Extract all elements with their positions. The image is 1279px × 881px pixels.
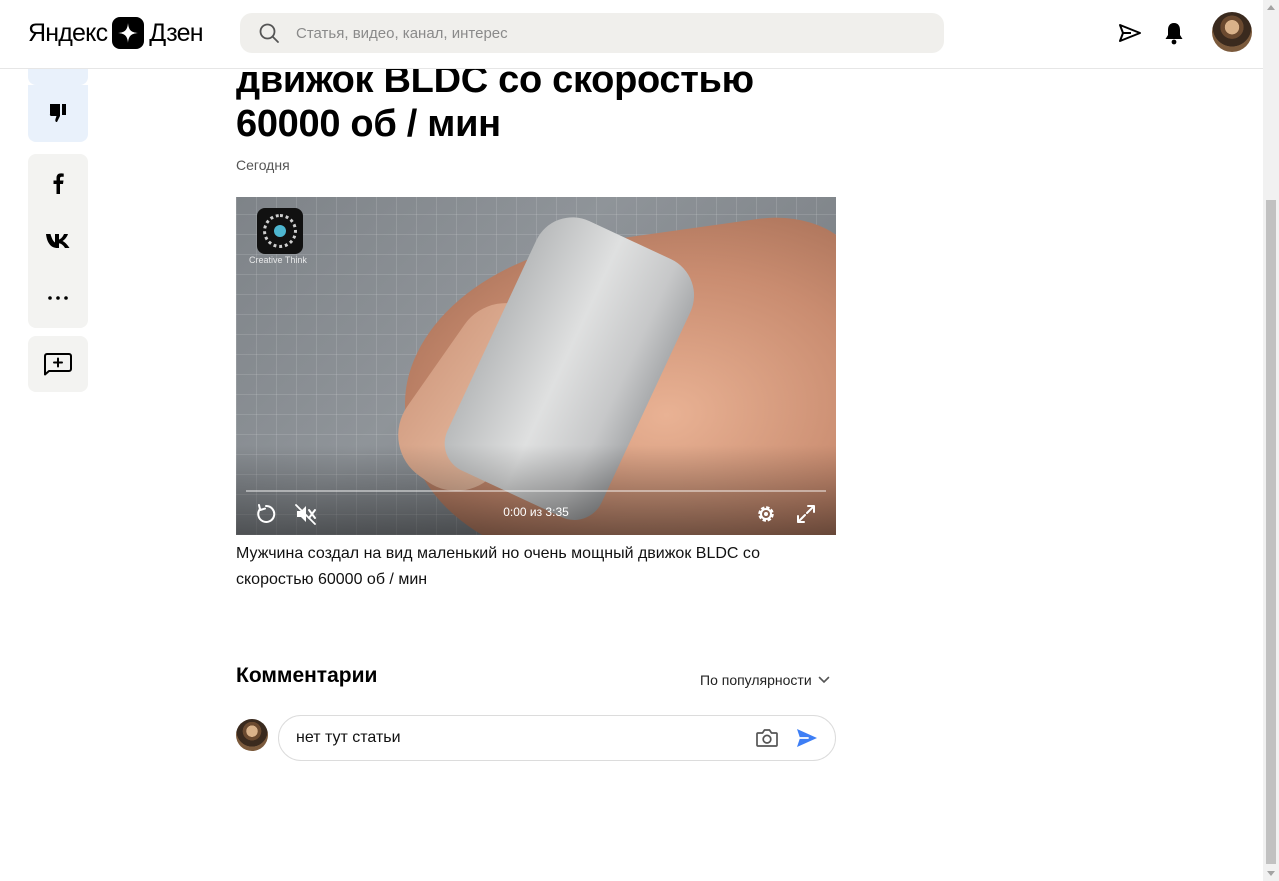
add-comment-icon xyxy=(28,344,88,384)
zen-logo[interactable]: Яндекс Дзен xyxy=(28,16,204,50)
chevron-down-icon xyxy=(818,676,829,684)
add-comment-button[interactable] xyxy=(28,336,88,392)
gear-icon[interactable] xyxy=(754,502,778,526)
comments-sort-dropdown[interactable]: По популярности xyxy=(700,672,830,688)
send-comment-icon[interactable] xyxy=(795,726,819,750)
video-progress-bar[interactable] xyxy=(246,490,826,492)
channel-watermark-logo xyxy=(257,208,303,254)
scroll-up-arrow-icon[interactable] xyxy=(1267,5,1275,10)
scrollbar-thumb[interactable] xyxy=(1266,200,1276,864)
sort-label: По популярности xyxy=(700,672,812,688)
logo-zen-text: Дзен xyxy=(149,19,203,47)
vk-share-button[interactable] xyxy=(28,221,88,261)
channel-watermark-text: Creative Think xyxy=(249,255,307,265)
article-title-line-1: движок BLDC со скоростью xyxy=(236,69,754,101)
article-date: Сегодня xyxy=(236,157,290,173)
search-icon xyxy=(259,23,279,43)
more-icon xyxy=(48,296,68,300)
more-share-button[interactable] xyxy=(28,278,88,318)
commenter-avatar xyxy=(236,719,268,751)
comment-input[interactable]: нет тут статьи xyxy=(278,715,836,761)
page-scrollbar[interactable] xyxy=(1263,0,1279,881)
share-panel xyxy=(28,154,88,328)
search-input[interactable] xyxy=(296,13,916,53)
comment-input-text[interactable]: нет тут статьи xyxy=(296,729,401,747)
search-bar[interactable] xyxy=(240,13,944,53)
facebook-share-button[interactable] xyxy=(28,163,88,203)
facebook-icon xyxy=(53,173,64,194)
article-title-area: движок BLDC со скоростью 60000 об / мин xyxy=(0,69,1263,159)
paper-plane-icon[interactable] xyxy=(1117,20,1143,46)
bell-icon[interactable] xyxy=(1161,20,1187,46)
zen-star-icon xyxy=(112,17,145,49)
video-time: 0:00 из 3:35 xyxy=(503,505,569,519)
user-avatar[interactable] xyxy=(1212,12,1252,52)
comments-heading: Комментарии xyxy=(236,664,378,687)
top-header: Яндекс Дзен xyxy=(0,0,1263,69)
article-title-line-2: 60000 об / мин xyxy=(236,103,501,145)
fullscreen-icon[interactable] xyxy=(794,502,818,526)
camera-icon[interactable] xyxy=(755,727,779,749)
article-title: движок BLDC со скоростью 60000 об / мин xyxy=(236,69,856,146)
video-player[interactable]: Creative Think 0:00 из 3:35 xyxy=(236,197,836,535)
vk-icon xyxy=(46,234,70,248)
video-caption: Мужчина создал на вид маленький но очень… xyxy=(236,545,760,588)
logo-yandex-text: Яндекс xyxy=(28,19,108,47)
scroll-down-arrow-icon[interactable] xyxy=(1267,871,1275,876)
